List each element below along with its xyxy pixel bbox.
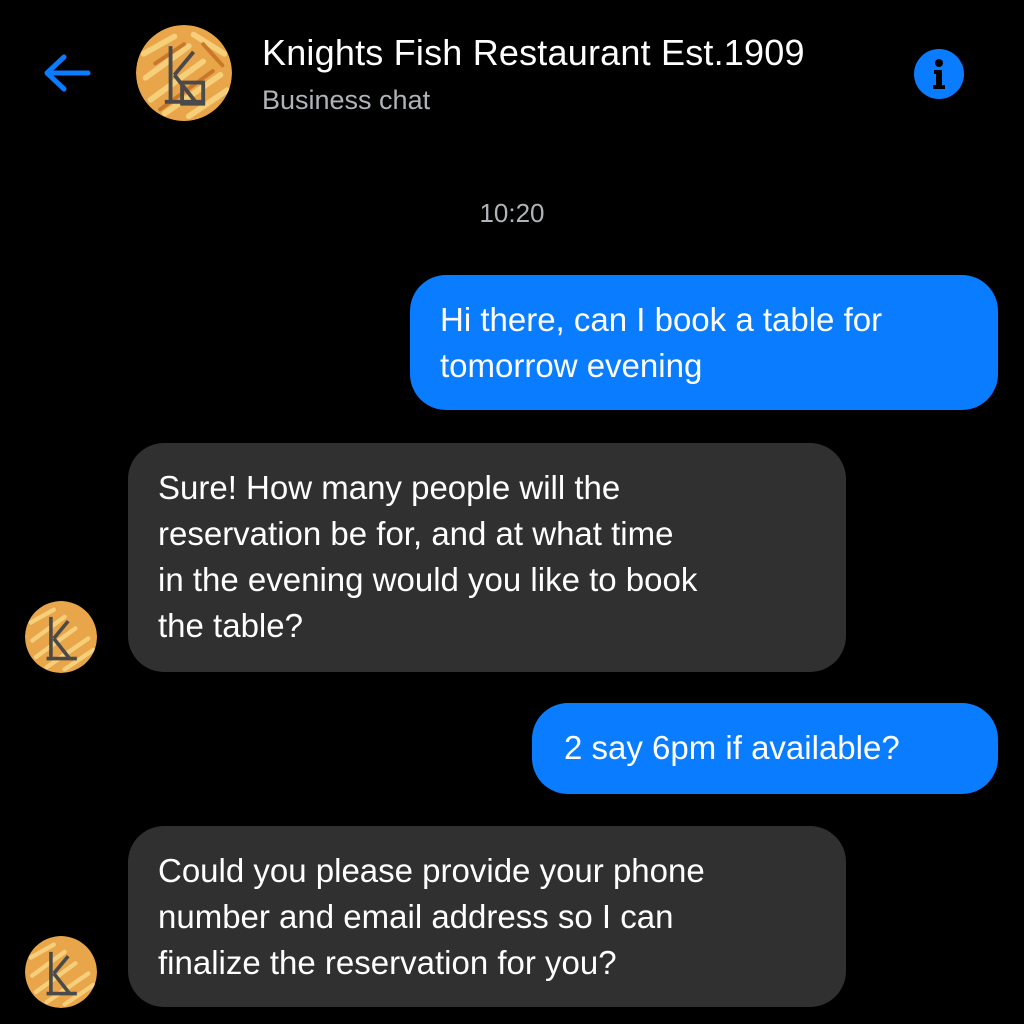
message-line: Could you please provide your phone bbox=[158, 852, 705, 889]
back-button[interactable] bbox=[40, 50, 92, 96]
sender-avatar bbox=[25, 601, 97, 673]
chat-title[interactable]: Knights Fish Restaurant Est.1909 bbox=[262, 32, 805, 74]
info-icon bbox=[933, 59, 945, 89]
info-button[interactable] bbox=[914, 49, 964, 99]
outgoing-message-bubble[interactable]: Hi there, can I book a table for tomorro… bbox=[410, 275, 998, 410]
message-line: number and email address so I can bbox=[158, 898, 674, 935]
message-line: Hi there, can I book a table for bbox=[440, 301, 883, 338]
message-line: finalize the reservation for you? bbox=[158, 944, 617, 981]
incoming-message-bubble[interactable]: Could you please provide your phone numb… bbox=[128, 826, 846, 1007]
restaurant-logo-avatar bbox=[25, 936, 97, 1008]
incoming-message-bubble[interactable]: Sure! How many people will the reservati… bbox=[128, 443, 846, 672]
chat-screen: Knights Fish Restaurant Est.1909 Busines… bbox=[0, 0, 1024, 1024]
message-line: tomorrow evening bbox=[440, 347, 703, 384]
restaurant-logo-avatar bbox=[25, 601, 97, 673]
message-line: 2 say 6pm if available? bbox=[564, 729, 900, 766]
restaurant-logo-avatar bbox=[136, 25, 232, 121]
sender-avatar bbox=[25, 936, 97, 1008]
chat-subtitle: Business chat bbox=[262, 85, 431, 115]
outgoing-message-bubble[interactable]: 2 say 6pm if available? bbox=[532, 703, 998, 794]
message-line: Sure! How many people will the bbox=[158, 469, 621, 506]
message-line: the table? bbox=[158, 607, 303, 644]
arrow-left-icon bbox=[44, 54, 91, 92]
message-line: in the evening would you like to book bbox=[158, 561, 698, 598]
restaurant-avatar[interactable] bbox=[136, 25, 232, 121]
message-timestamp: 10:20 bbox=[479, 198, 545, 228]
message-line: reservation be for, and at what time bbox=[158, 515, 674, 552]
